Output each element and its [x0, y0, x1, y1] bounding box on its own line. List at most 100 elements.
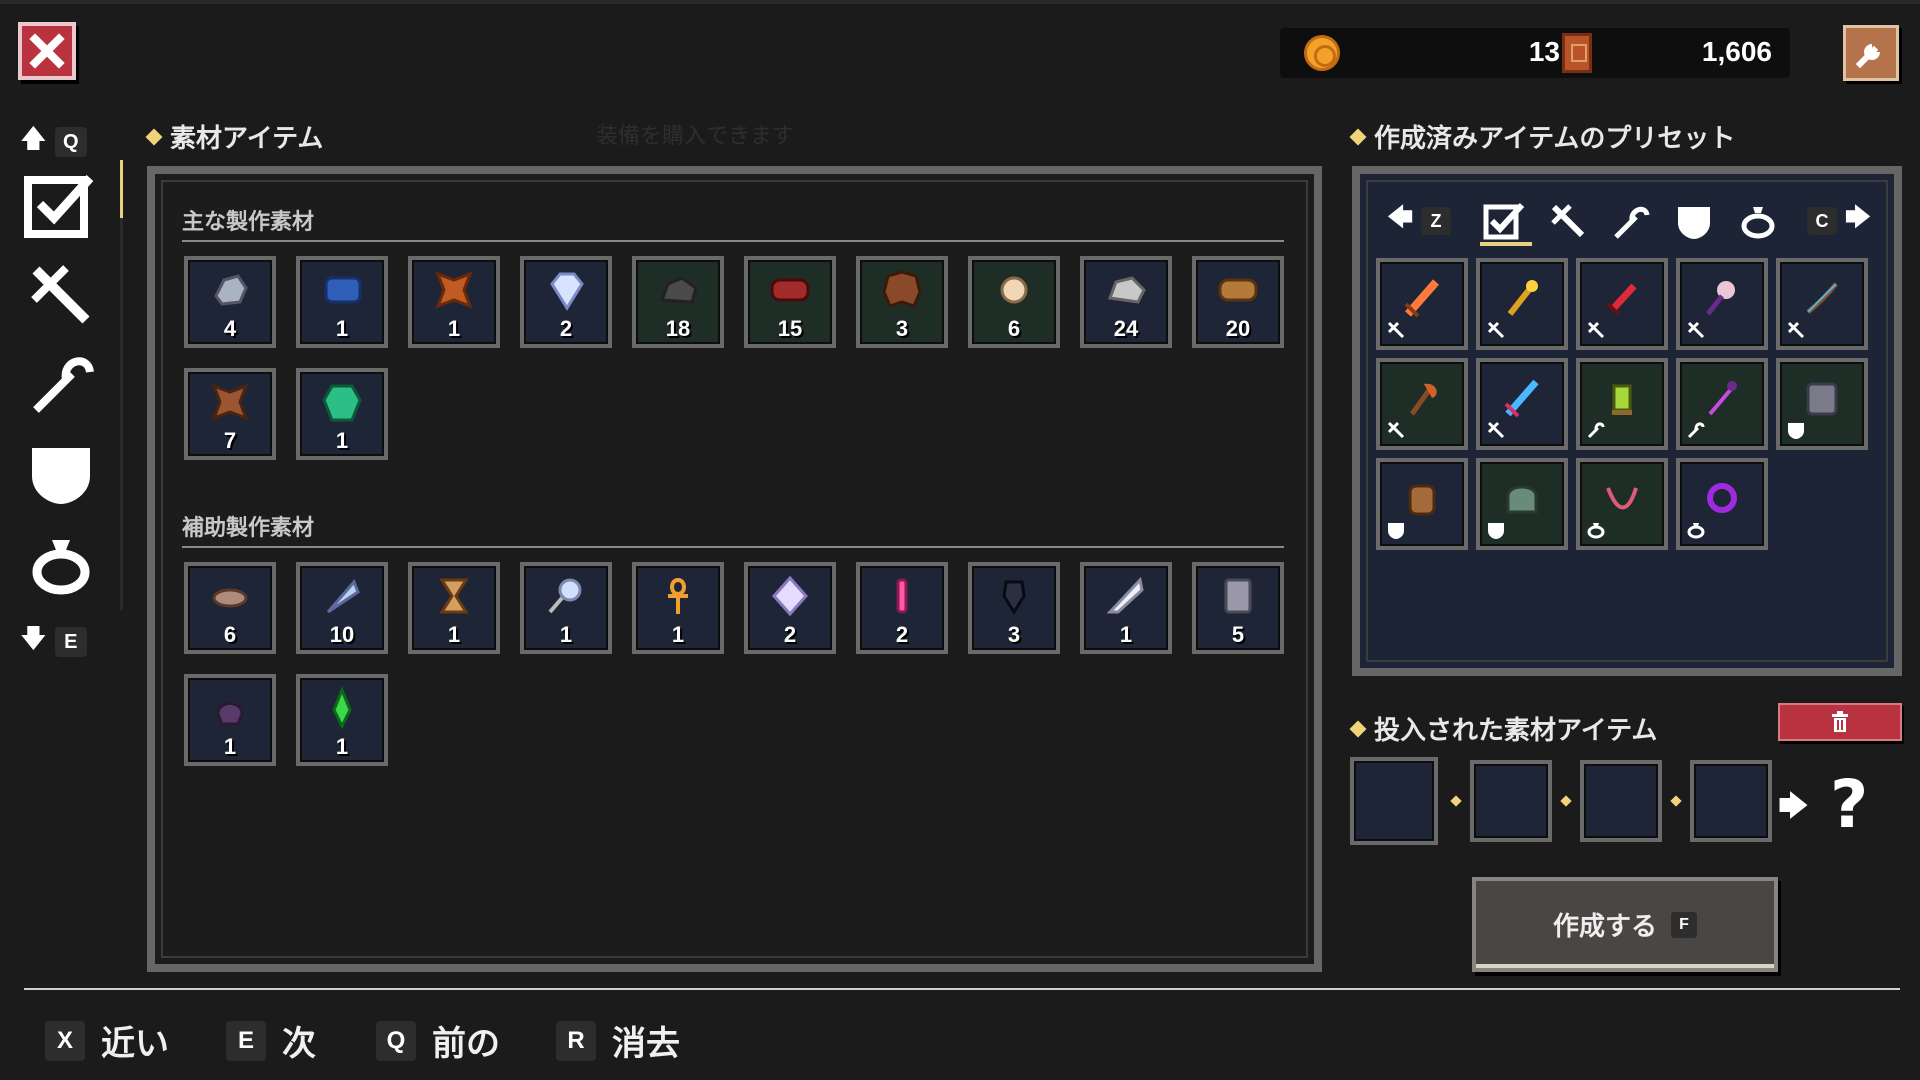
preset-item-slot[interactable]	[1676, 358, 1768, 450]
tab-ring[interactable]	[1735, 198, 1781, 244]
material-slot[interactable]: 2	[520, 256, 612, 348]
shield-icon	[32, 448, 90, 504]
material-slot[interactable]: 15	[744, 256, 836, 348]
material-slot[interactable]: 1	[632, 562, 724, 654]
keycap: Q	[54, 127, 87, 157]
preset-item-slot[interactable]	[1576, 258, 1668, 350]
nav-staff[interactable]	[24, 346, 98, 420]
material-slot[interactable]: 24	[1080, 256, 1172, 348]
preset-item-slot[interactable]	[1576, 458, 1668, 550]
item-quantity: 6	[1007, 316, 1021, 341]
material-slot[interactable]: 4	[184, 256, 276, 348]
item-quantity: 1	[671, 622, 685, 647]
tab-check[interactable]	[1481, 198, 1527, 244]
shield-badge-icon	[1388, 523, 1404, 539]
item-quantity: 2	[895, 622, 909, 647]
item-quantity: 1	[559, 622, 573, 647]
tab-shield[interactable]	[1671, 198, 1717, 244]
item-quantity: 18	[665, 316, 691, 341]
stone-icon	[1107, 276, 1146, 304]
hint-label: 近い	[101, 1024, 169, 1064]
item-quantity: 4	[223, 316, 237, 341]
coal-icon	[659, 276, 698, 304]
arrow-down-icon: 🡇	[20, 624, 47, 654]
material-slot[interactable]: 2	[744, 562, 836, 654]
background-hint: 装備を購入できます	[596, 124, 795, 149]
material-slot[interactable]: 3	[856, 256, 948, 348]
material-slot[interactable]: 3	[968, 562, 1060, 654]
divider	[182, 240, 1284, 242]
hint-clear[interactable]: R 消去	[556, 1016, 680, 1065]
dark-gem-icon	[1002, 580, 1026, 615]
tab-next-key: C	[1805, 198, 1839, 244]
nav-ring[interactable]	[24, 526, 98, 600]
item-quantity: 1	[335, 734, 349, 759]
keycap: R	[556, 1020, 596, 1061]
preset-item-slot[interactable]	[1376, 458, 1468, 550]
white-feather-icon	[1106, 576, 1144, 614]
arrow-left-icon: 🡄	[1386, 203, 1414, 233]
material-slot[interactable]: 1	[296, 368, 388, 460]
nav-prev[interactable]: 🡅 Q	[20, 120, 87, 164]
keycap: C	[1807, 207, 1837, 235]
nav-sword[interactable]	[24, 258, 98, 332]
pot-icon	[216, 701, 244, 726]
material-slot[interactable]: 1	[184, 674, 276, 766]
preset-item-slot[interactable]	[1676, 258, 1768, 350]
ring-icon	[1741, 207, 1775, 239]
preset-item-slot[interactable]	[1776, 358, 1868, 450]
preset-item-slot[interactable]	[1376, 358, 1468, 450]
divider	[182, 546, 1284, 548]
nav-shield[interactable]	[24, 436, 98, 510]
item-quantity: 3	[1007, 622, 1021, 647]
preset-item-slot[interactable]	[1576, 358, 1668, 450]
preset-item-slot[interactable]	[1476, 358, 1568, 450]
tab-prev-arrow[interactable]: 🡄	[1385, 198, 1415, 244]
material-slot[interactable]: 1	[1080, 562, 1172, 654]
preset-item-slot[interactable]	[1376, 258, 1468, 350]
hint-next[interactable]: E 次	[226, 1016, 316, 1065]
item-quantity: 7	[223, 428, 237, 453]
input-slot-main[interactable]	[1350, 757, 1438, 845]
input-slot-aux[interactable]	[1690, 760, 1772, 842]
material-slot[interactable]: 1	[408, 562, 500, 654]
preset-item-slot[interactable]	[1776, 258, 1868, 350]
material-slot[interactable]: 1	[296, 674, 388, 766]
preset-item-slot[interactable]	[1476, 258, 1568, 350]
input-slot-aux[interactable]	[1470, 760, 1552, 842]
nav-check[interactable]	[24, 168, 98, 242]
material-slot[interactable]: 10	[296, 562, 388, 654]
material-slot[interactable]: 18	[632, 256, 724, 348]
tab-sword[interactable]	[1545, 198, 1591, 244]
material-slot[interactable]: 20	[1192, 256, 1284, 348]
ankh-icon	[668, 577, 688, 614]
keycap: F	[1671, 911, 1697, 938]
material-slot[interactable]: 1	[408, 256, 500, 348]
blue-cloth-icon	[324, 276, 362, 304]
craft-button[interactable]: 作成する F	[1472, 877, 1778, 972]
nav-next[interactable]: 🡇 E	[20, 620, 87, 664]
tab-next-arrow[interactable]: 🡆	[1843, 198, 1873, 244]
material-slot[interactable]: 1	[520, 562, 612, 654]
material-slot[interactable]: 5	[1192, 562, 1284, 654]
wrench-button[interactable]	[1843, 25, 1899, 81]
preset-item-slot[interactable]	[1676, 458, 1768, 550]
clear-button[interactable]	[1778, 703, 1902, 741]
preset-item-slot[interactable]	[1476, 458, 1568, 550]
item-quantity: 1	[335, 316, 349, 341]
tab-staff[interactable]	[1607, 198, 1653, 244]
material-slot[interactable]: 6	[184, 562, 276, 654]
material-slot[interactable]: 1	[296, 256, 388, 348]
hint-prev[interactable]: Q 前の	[376, 1016, 500, 1065]
item-quantity: 1	[1119, 622, 1133, 647]
material-slot[interactable]: 6	[968, 256, 1060, 348]
material-slot[interactable]: 2	[856, 562, 948, 654]
close-button[interactable]	[18, 22, 76, 80]
material-slot[interactable]: 7	[184, 368, 276, 460]
pearl-icon	[1000, 276, 1028, 304]
input-slot-aux[interactable]	[1580, 760, 1662, 842]
sword-badge-icon	[1387, 421, 1405, 439]
coin-icon	[1304, 35, 1340, 71]
hourglass-icon	[439, 578, 469, 614]
hint-close[interactable]: X 近い	[45, 1016, 169, 1065]
